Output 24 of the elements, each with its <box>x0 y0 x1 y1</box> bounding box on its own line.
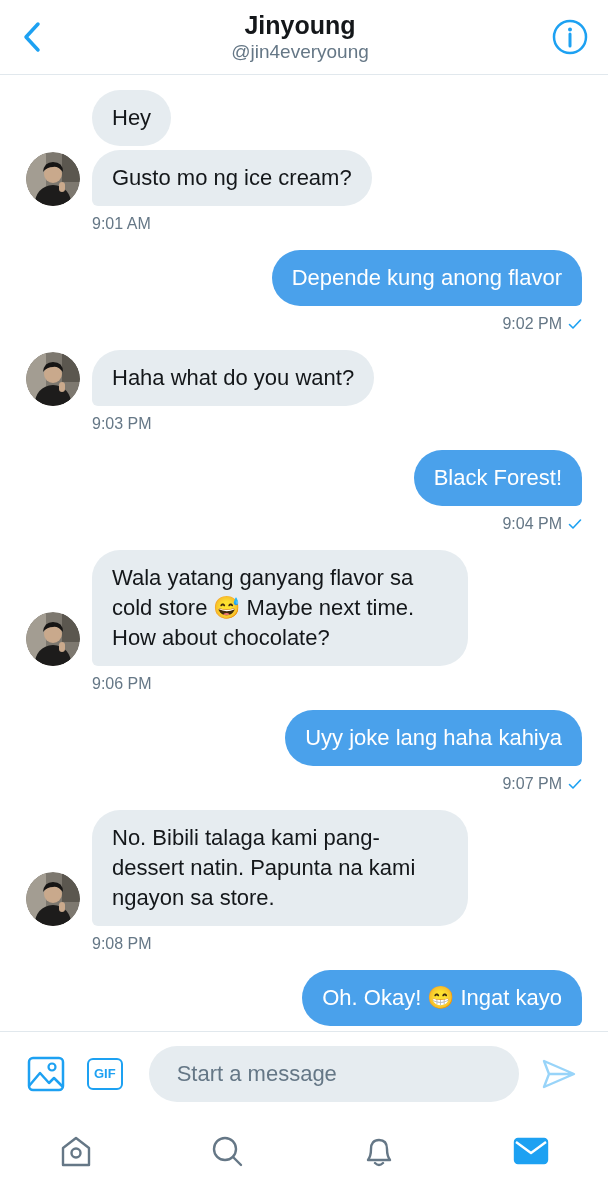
message-time: 9:08 PM <box>92 934 152 954</box>
user-handle: @jin4everyoung <box>231 40 369 64</box>
search-icon <box>210 1134 245 1168</box>
message-time: 9:06 PM <box>92 674 152 694</box>
info-button[interactable] <box>552 19 588 55</box>
image-button[interactable] <box>27 1056 65 1092</box>
message-time: 9:03 PM <box>92 414 152 434</box>
mail-icon <box>513 1136 550 1166</box>
message-time: 9:01 AM <box>92 214 151 234</box>
message-input[interactable]: Start a message <box>148 1046 519 1102</box>
message-bubble: Black Forest! <box>413 450 582 506</box>
message-bubble: Uyy joke lang haha kahiya <box>285 710 582 766</box>
message-time: 9:04 PM <box>502 514 562 534</box>
message-bubble: Oh. Okay! 😁 Ingat kayo <box>302 970 582 1026</box>
message-bubble: No. Bibili talaga kami pang-dessert natin. Papunta na kami ngayon sa store. <box>92 810 468 926</box>
message-time: 9:07 PM <box>502 774 562 794</box>
message-bubble: Gusto mo ng ice cream? <box>92 150 372 206</box>
message-bubble: Hey <box>92 90 172 146</box>
conversation-title: Jinyoung <box>244 10 356 40</box>
message-bubble: Haha what do you want? <box>92 350 375 406</box>
message-bubble: Wala yatang ganyang flavor sa cold store 😅 Maybe next time. How about chocolate? <box>92 550 468 666</box>
message-time: 9:02 PM <box>502 314 562 334</box>
gif-button[interactable]: GIF <box>87 1058 123 1090</box>
message-bubble: Depende kung anong flavor <box>271 250 582 306</box>
